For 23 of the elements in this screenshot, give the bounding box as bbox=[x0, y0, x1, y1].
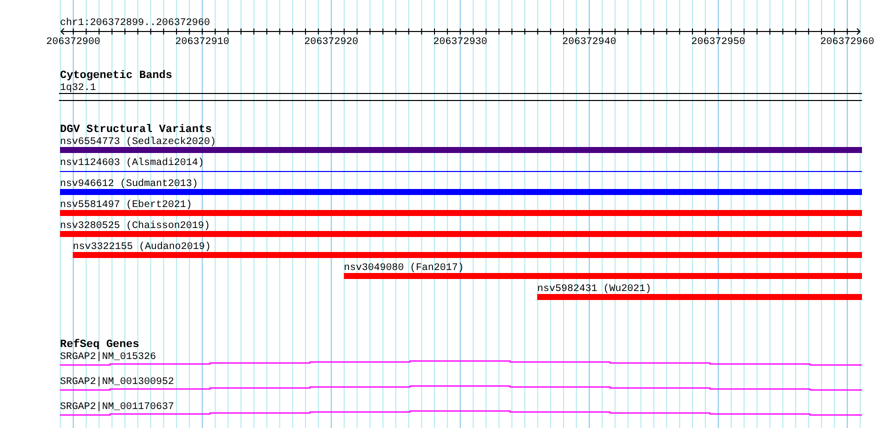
variant-label: nsv3322155 (Audano2019) bbox=[72, 242, 211, 253]
variant-label: nsv5982431 (Wu2021) bbox=[537, 284, 652, 295]
gene-label: SRGAP2|NM_001300952 bbox=[60, 377, 174, 388]
variant-label: nsv3280525 (Chaisson2019) bbox=[60, 221, 210, 232]
variant-label: nsv946612 (Sudmant2013) bbox=[60, 179, 198, 190]
ruler-tick-label: 206372920 bbox=[304, 37, 358, 48]
gene-label: SRGAP2|NM_001170637 bbox=[60, 402, 174, 413]
variant-label: nsv6554773 (Sedlazeck2020) bbox=[60, 137, 216, 148]
track-title: DGV Structural Variants bbox=[60, 124, 212, 136]
ruler-tick-label: 206372960 bbox=[820, 37, 874, 48]
band-label: 1q32.1 bbox=[60, 83, 96, 94]
ruler-tick-label: 206372900 bbox=[46, 37, 100, 48]
variant-label: nsv3049080 (Fan2017) bbox=[344, 263, 464, 274]
gene-label: SRGAP2|NM_015326 bbox=[60, 352, 156, 363]
ruler-tick-label: 206372910 bbox=[175, 37, 230, 48]
variant-label: nsv5581497 (Ebert2021) bbox=[60, 200, 192, 211]
track-title: Cytogenetic Bands bbox=[60, 70, 172, 82]
ruler-tick-label: 206372940 bbox=[562, 37, 616, 48]
track-title: RefSeq Genes bbox=[60, 339, 140, 351]
variant-label: nsv1124603 (Alsmadi2014) bbox=[60, 158, 204, 169]
ruler-tick-label: 206372950 bbox=[691, 37, 746, 48]
location-label: chr1:206372899..206372960 bbox=[60, 18, 210, 29]
ruler-tick-label: 206372930 bbox=[433, 37, 488, 48]
